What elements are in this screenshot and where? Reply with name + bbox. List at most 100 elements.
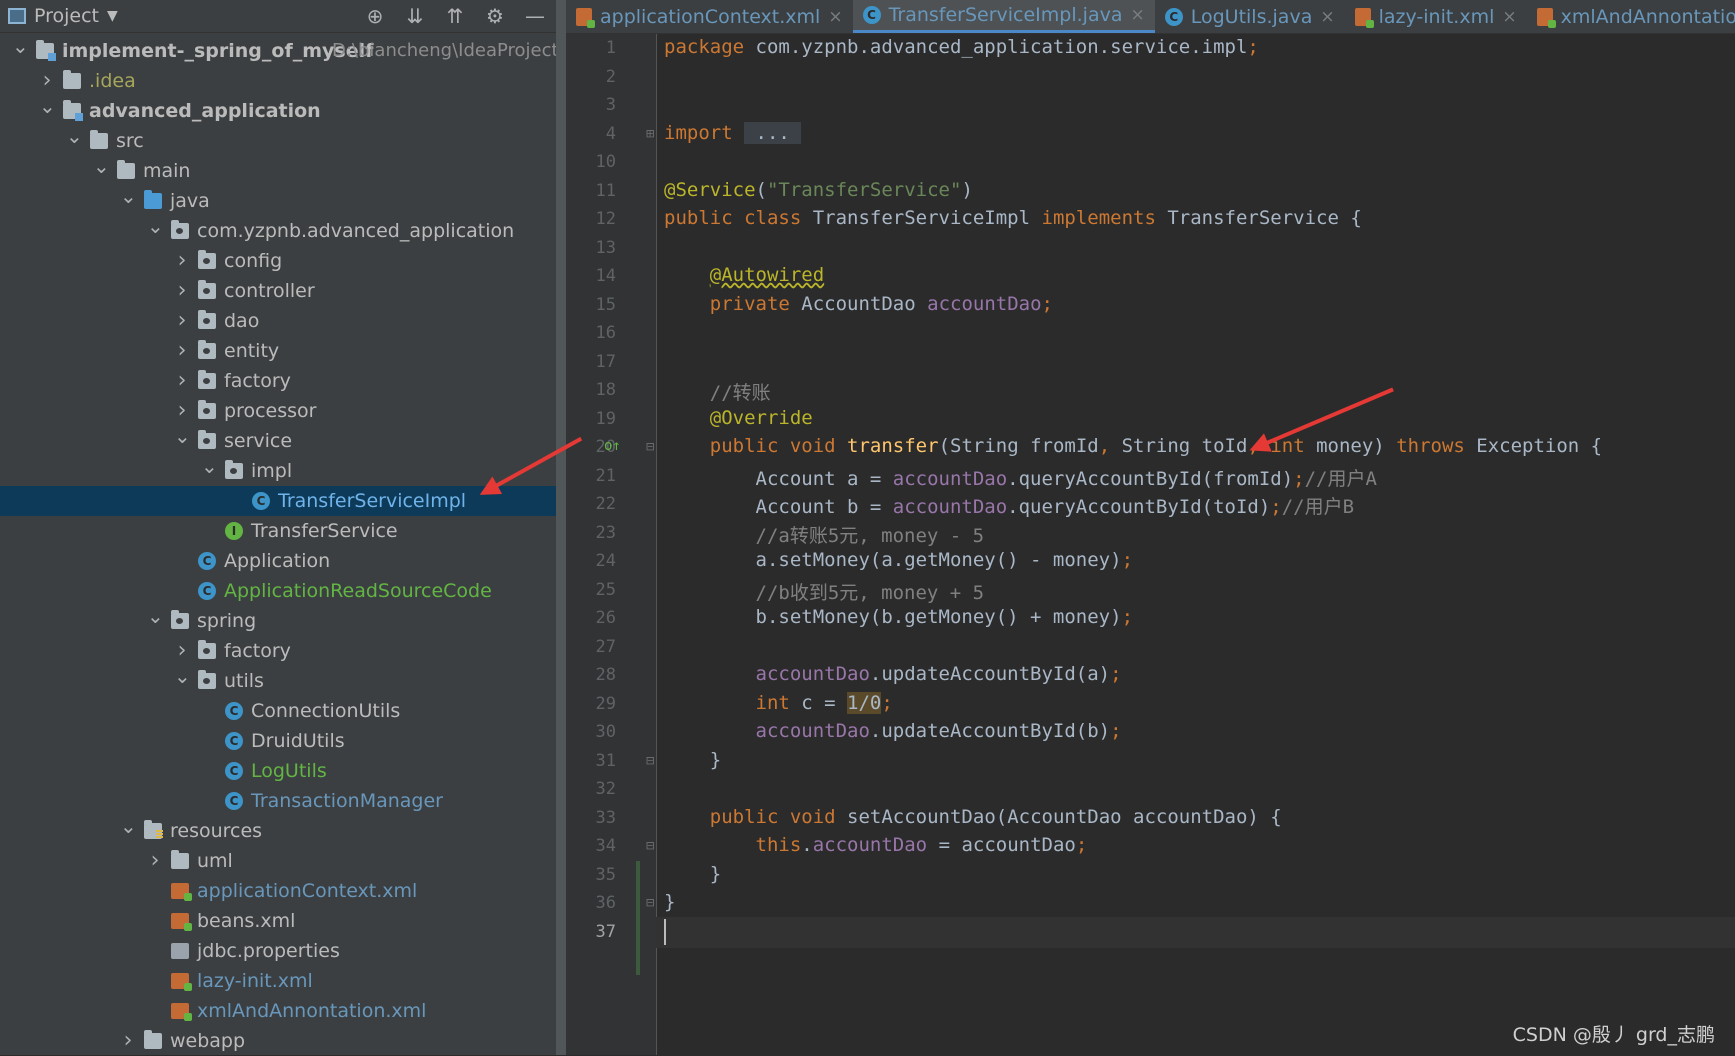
tree-item[interactable]: ⌄ com.yzpnb.advanced_application — [0, 216, 556, 246]
code-line[interactable]: this.accountDao = accountDao; — [664, 834, 1088, 856]
tree-item[interactable]: beans.xml — [0, 906, 556, 936]
code-line[interactable]: import ... — [664, 121, 802, 144]
chevron-down-icon[interactable]: ⌄ — [12, 36, 29, 66]
editor-tab[interactable]: xmlAndAnnontation.xml× — [1527, 0, 1735, 33]
chevron-right-icon[interactable]: › — [174, 636, 190, 666]
chevron-right-icon[interactable]: › — [174, 366, 190, 396]
fold-icon[interactable]: ⊟ — [646, 895, 654, 911]
tree-item[interactable]: › webapp — [0, 1026, 556, 1056]
tree-item[interactable]: ⌄ service — [0, 426, 556, 456]
tree-item[interactable]: C DruidUtils — [0, 726, 556, 756]
tree-item[interactable]: ⌄ src — [0, 126, 556, 156]
close-icon[interactable]: × — [1320, 7, 1334, 27]
code-line[interactable]: } — [664, 749, 721, 771]
chevron-down-icon[interactable]: ⌄ — [120, 816, 137, 846]
tree-item[interactable]: ⌄ impl — [0, 456, 556, 486]
fold-icon[interactable]: ⊟ — [646, 439, 654, 455]
settings-icon[interactable]: ⚙ — [482, 4, 508, 28]
chevron-right-icon[interactable]: › — [120, 1026, 136, 1056]
code-line[interactable]: public void transfer(String fromId, Stri… — [664, 435, 1602, 457]
tree-item[interactable]: C TransferServiceImpl — [0, 486, 556, 516]
tree-item[interactable]: ⌄ spring — [0, 606, 556, 636]
tree-item[interactable]: I TransferService — [0, 516, 556, 546]
code-line[interactable]: @Autowired — [664, 264, 824, 286]
chevron-down-icon[interactable]: ⌄ — [93, 156, 110, 186]
code-line[interactable]: b.setMoney(b.getMoney() + money); — [664, 606, 1134, 628]
chevron-right-icon[interactable]: › — [174, 246, 190, 276]
chevron-down-icon[interactable]: ⌄ — [201, 456, 218, 486]
code-line[interactable]: Account b = accountDao.queryAccountById(… — [664, 492, 1355, 519]
editor-tab[interactable]: applicationContext.xml × — [566, 0, 853, 33]
chevron-down-icon[interactable]: ⌄ — [39, 96, 56, 126]
tree-item[interactable]: ⌄ advanced_application — [0, 96, 556, 126]
code-line[interactable]: @Service("TransferService") — [664, 179, 973, 201]
chevron-down-icon[interactable]: ⌄ — [174, 426, 191, 456]
editor-tab[interactable]: lazy-init.xml × — [1345, 0, 1527, 33]
tree-item[interactable]: › processor — [0, 396, 556, 426]
code-line[interactable]: public void setAccountDao(AccountDao acc… — [664, 806, 1282, 828]
chevron-right-icon[interactable]: › — [39, 66, 55, 96]
collapse-all-icon[interactable]: ⇈ — [442, 4, 468, 28]
project-view-selector[interactable]: Project ▼ — [8, 5, 118, 27]
chevron-right-icon[interactable]: › — [174, 336, 190, 366]
code-line[interactable]: } — [664, 863, 721, 885]
chevron-right-icon[interactable]: › — [174, 396, 190, 426]
chevron-down-icon[interactable]: ⌄ — [120, 186, 137, 216]
code-editor[interactable]: 1 2 3 4 10 11 12 13 14 15 16 17 18 19 20 21 22 23 24 25 26 27… — [566, 34, 1735, 1055]
code-line[interactable]: accountDao.updateAccountById(a); — [664, 663, 1122, 685]
tree-item[interactable]: C TransactionManager — [0, 786, 556, 816]
code-line[interactable]: Account a = accountDao.queryAccountById(… — [664, 464, 1377, 491]
code-line[interactable]: //a转账5元, money - 5 — [664, 521, 985, 548]
chevron-right-icon[interactable]: › — [147, 846, 163, 876]
chevron-right-icon[interactable]: › — [174, 306, 190, 336]
code-line[interactable]: } — [664, 891, 675, 913]
minimize-icon[interactable]: — — [522, 4, 548, 28]
tree-item[interactable]: ⌄ implement-_spring_of_myself D:\biancheng… — [0, 36, 568, 66]
code-line[interactable]: int c = 1/0; — [664, 691, 893, 714]
fold-icon[interactable]: ⊟ — [646, 753, 654, 769]
code-line[interactable]: a.setMoney(a.getMoney() - money); — [664, 549, 1134, 571]
tree-item[interactable]: › factory — [0, 636, 556, 666]
tree-item[interactable]: ⌄ resources — [0, 816, 556, 846]
code-line[interactable]: //b收到5元, money + 5 — [664, 578, 985, 605]
tree-item[interactable]: › dao — [0, 306, 556, 336]
tree-item[interactable]: › uml — [0, 846, 556, 876]
tree-item[interactable]: C LogUtils — [0, 756, 556, 786]
code-line[interactable]: @Override — [664, 407, 813, 429]
tree-item[interactable]: jdbc.properties — [0, 936, 556, 966]
tree-item[interactable]: › controller — [0, 276, 556, 306]
tree-item[interactable]: ⌄ java — [0, 186, 556, 216]
override-marker-icon[interactable]: o↑ — [604, 438, 621, 454]
tree-item[interactable]: lazy-init.xml — [0, 966, 556, 996]
tree-item[interactable]: ⌄ main — [0, 156, 556, 186]
chevron-down-icon[interactable]: ⌄ — [174, 666, 191, 696]
chevron-down-icon[interactable]: ⌄ — [66, 126, 83, 156]
tree-item[interactable]: C ApplicationReadSourceCode — [0, 576, 556, 606]
editor-tab[interactable]: C LogUtils.java × — [1155, 0, 1345, 33]
expand-all-icon[interactable]: ⇊ — [402, 4, 428, 28]
locate-icon[interactable]: ⊕ — [362, 4, 388, 28]
panel-splitter[interactable] — [556, 0, 566, 1055]
fold-icon[interactable]: ⊞ — [646, 126, 654, 142]
tree-item[interactable]: › config — [0, 246, 556, 276]
close-icon[interactable]: × — [1130, 5, 1144, 25]
close-icon[interactable]: × — [1502, 7, 1516, 27]
chevron-down-icon[interactable]: ⌄ — [147, 606, 164, 636]
tree-item[interactable]: xmlAndAnnontation.xml — [0, 996, 556, 1026]
tree-item[interactable]: ⌄ utils — [0, 666, 556, 696]
code-line[interactable]: public class TransferServiceImpl impleme… — [664, 207, 1362, 229]
fold-icon[interactable]: ⊟ — [646, 838, 654, 854]
chevron-down-icon[interactable]: ⌄ — [147, 216, 164, 246]
code-line[interactable]: //转账 — [664, 378, 771, 405]
editor-tab[interactable]: C TransferServiceImpl.java × — [852, 0, 1155, 33]
chevron-right-icon[interactable]: › — [174, 276, 190, 306]
tree-item[interactable]: C Application — [0, 546, 556, 576]
tree-item[interactable]: applicationContext.xml — [0, 876, 556, 906]
tree-item[interactable]: › factory — [0, 366, 556, 396]
tree-item[interactable]: C ConnectionUtils — [0, 696, 556, 726]
code-line[interactable]: private AccountDao accountDao; — [664, 293, 1053, 315]
tree-item[interactable]: › .idea — [0, 66, 556, 96]
code-line[interactable]: accountDao.updateAccountById(b); — [664, 720, 1122, 742]
close-icon[interactable]: × — [828, 7, 842, 27]
tree-item[interactable]: › entity — [0, 336, 556, 366]
